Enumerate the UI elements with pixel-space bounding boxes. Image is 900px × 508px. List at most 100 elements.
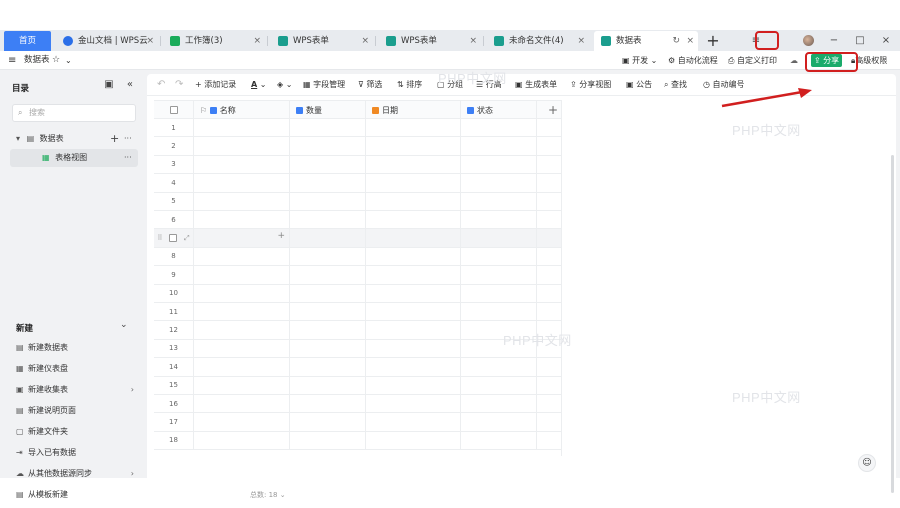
column-header-date[interactable]: 日期 bbox=[366, 101, 461, 118]
generate-form-button[interactable]: ▣ 生成表单 bbox=[515, 74, 557, 96]
new-collection-form-item[interactable]: ▣ 新建收集表 › bbox=[16, 382, 138, 398]
grid-cell[interactable]: + bbox=[194, 229, 290, 247]
refresh-icon[interactable]: ↻ bbox=[672, 31, 680, 51]
close-icon[interactable]: × bbox=[253, 31, 261, 51]
grid-cell[interactable] bbox=[290, 303, 366, 321]
table-row[interactable]: ⠿ ⤢ + bbox=[154, 229, 561, 248]
grid-cell[interactable] bbox=[290, 358, 366, 376]
table-row[interactable]: 16 bbox=[154, 395, 561, 414]
custom-print-button[interactable]: ⎙ 自定义打印 bbox=[728, 51, 777, 70]
grid-cell[interactable] bbox=[461, 395, 537, 413]
tab-wps-form-1[interactable]: WPS表单 × bbox=[271, 31, 373, 51]
sidebar-item-datatable[interactable]: ▾ ▤ 数据表 + ··· bbox=[10, 130, 138, 148]
grid-cell[interactable] bbox=[366, 174, 461, 192]
grid-cell[interactable] bbox=[194, 137, 290, 155]
notice-button[interactable]: ▣ 公告 bbox=[626, 74, 652, 96]
close-icon[interactable]: × bbox=[686, 31, 694, 51]
record-count[interactable]: 总数: 18 ⌄ bbox=[250, 490, 286, 500]
grid-cell[interactable] bbox=[461, 247, 537, 266]
table-row[interactable]: 12 bbox=[154, 321, 561, 340]
grid-cell[interactable] bbox=[290, 395, 366, 413]
tab-kdocs[interactable]: 金山文档 | WPS云 × bbox=[56, 31, 158, 51]
grid-cell[interactable] bbox=[461, 284, 537, 302]
add-column-button[interactable]: + bbox=[544, 101, 562, 120]
table-row[interactable]: 1 bbox=[154, 119, 561, 138]
table-row[interactable]: 2 bbox=[154, 137, 561, 156]
fill-color-button[interactable]: ◈ ⌄ bbox=[277, 74, 292, 96]
row-number[interactable]: 1 bbox=[154, 119, 194, 137]
sidebar-search-input[interactable]: ⌕ 搜索 bbox=[12, 104, 136, 122]
grid-cell[interactable] bbox=[290, 211, 366, 229]
grid-cell[interactable] bbox=[461, 358, 537, 376]
close-icon[interactable]: × bbox=[146, 31, 154, 51]
grid-cell[interactable] bbox=[366, 155, 461, 174]
grid-cell[interactable] bbox=[461, 192, 537, 210]
more-icon[interactable]: ··· bbox=[124, 149, 132, 167]
grid-cell[interactable] bbox=[290, 321, 366, 339]
expand-row-icon[interactable]: ⤢ bbox=[184, 234, 190, 243]
grid-cell[interactable] bbox=[290, 247, 366, 266]
grid-cell[interactable] bbox=[366, 358, 461, 376]
grid-cell[interactable] bbox=[290, 137, 366, 155]
grid-cell[interactable] bbox=[366, 137, 461, 155]
grid-cell[interactable] bbox=[366, 376, 461, 394]
row-number[interactable]: 6 bbox=[154, 211, 194, 229]
grid-cell[interactable] bbox=[366, 339, 461, 358]
doc-title[interactable]: 数据表 bbox=[24, 51, 50, 70]
row-number[interactable]: 11 bbox=[154, 303, 194, 321]
table-row[interactable]: 17 bbox=[154, 413, 561, 432]
add-icon[interactable]: + bbox=[110, 130, 119, 148]
grid-cell[interactable] bbox=[194, 303, 290, 321]
undo-icon[interactable]: ↶ bbox=[157, 74, 165, 96]
grid-cell[interactable] bbox=[290, 431, 366, 450]
new-tab-button[interactable]: + bbox=[705, 31, 721, 51]
vertical-scrollbar[interactable] bbox=[891, 155, 894, 493]
grid-cell[interactable] bbox=[366, 119, 461, 137]
new-dashboard-item[interactable]: ▦ 新建仪表盘 bbox=[16, 361, 138, 377]
grid-cell[interactable] bbox=[290, 192, 366, 210]
row-number[interactable]: 14 bbox=[154, 358, 194, 376]
grid-cell[interactable] bbox=[194, 155, 290, 174]
collapse-sidebar-icon[interactable]: « bbox=[127, 79, 133, 90]
caret-down-icon[interactable]: ▾ bbox=[16, 134, 20, 143]
grid-cell[interactable] bbox=[194, 119, 290, 137]
grid-cell[interactable] bbox=[290, 284, 366, 302]
grid-cell[interactable] bbox=[366, 284, 461, 302]
close-icon[interactable]: × bbox=[469, 31, 477, 51]
grid-cell[interactable] bbox=[366, 321, 461, 339]
table-row[interactable]: 14 bbox=[154, 358, 561, 377]
table-row[interactable]: 18 bbox=[154, 431, 561, 451]
grid-cell[interactable] bbox=[290, 155, 366, 174]
grid-cell[interactable] bbox=[461, 211, 537, 229]
table-row[interactable]: 15 bbox=[154, 376, 561, 395]
grid-cell[interactable] bbox=[461, 413, 537, 431]
tab-wps-form-2[interactable]: WPS表单 × bbox=[379, 31, 481, 51]
sort-button[interactable]: ⇅ 排序 bbox=[397, 74, 422, 96]
grid-cell[interactable] bbox=[461, 137, 537, 155]
import-data-item[interactable]: ⇥ 导入已有数据 bbox=[16, 445, 138, 461]
grid-cell[interactable] bbox=[366, 413, 461, 431]
column-header-status[interactable]: 状态 bbox=[461, 101, 537, 118]
chevron-down-icon[interactable]: ⌄ bbox=[65, 51, 72, 70]
sidebar-item-grid-view[interactable]: ▦ 表格视图 ··· bbox=[10, 149, 138, 167]
cloud-icon[interactable]: ☁ bbox=[790, 51, 798, 70]
help-assistant-icon[interactable]: ☺ bbox=[858, 454, 876, 472]
more-icon[interactable]: ··· bbox=[124, 130, 132, 148]
row-number[interactable]: 18 bbox=[154, 431, 194, 450]
close-window-button[interactable]: × bbox=[878, 31, 894, 51]
grid-cell[interactable] bbox=[366, 192, 461, 210]
grid-cell[interactable] bbox=[194, 376, 290, 394]
grid-cell[interactable] bbox=[290, 229, 366, 247]
text-color-button[interactable]: A ⌄ bbox=[251, 74, 266, 96]
new-folder-item[interactable]: ▢ 新建文件夹 bbox=[16, 424, 138, 440]
grid-cell[interactable] bbox=[290, 174, 366, 192]
table-row[interactable]: 8 bbox=[154, 247, 561, 267]
star-icon[interactable]: ☆ bbox=[52, 51, 60, 70]
row-number[interactable]: 13 bbox=[154, 339, 194, 358]
tab-datatable[interactable]: 数据表 ↻ × bbox=[594, 31, 698, 51]
table-row[interactable]: 10 bbox=[154, 284, 561, 303]
avatar[interactable] bbox=[803, 35, 814, 46]
table-row[interactable]: 6 bbox=[154, 211, 561, 230]
grid-cell[interactable] bbox=[461, 431, 537, 450]
tab-workbook[interactable]: 工作簿(3) × bbox=[163, 31, 265, 51]
